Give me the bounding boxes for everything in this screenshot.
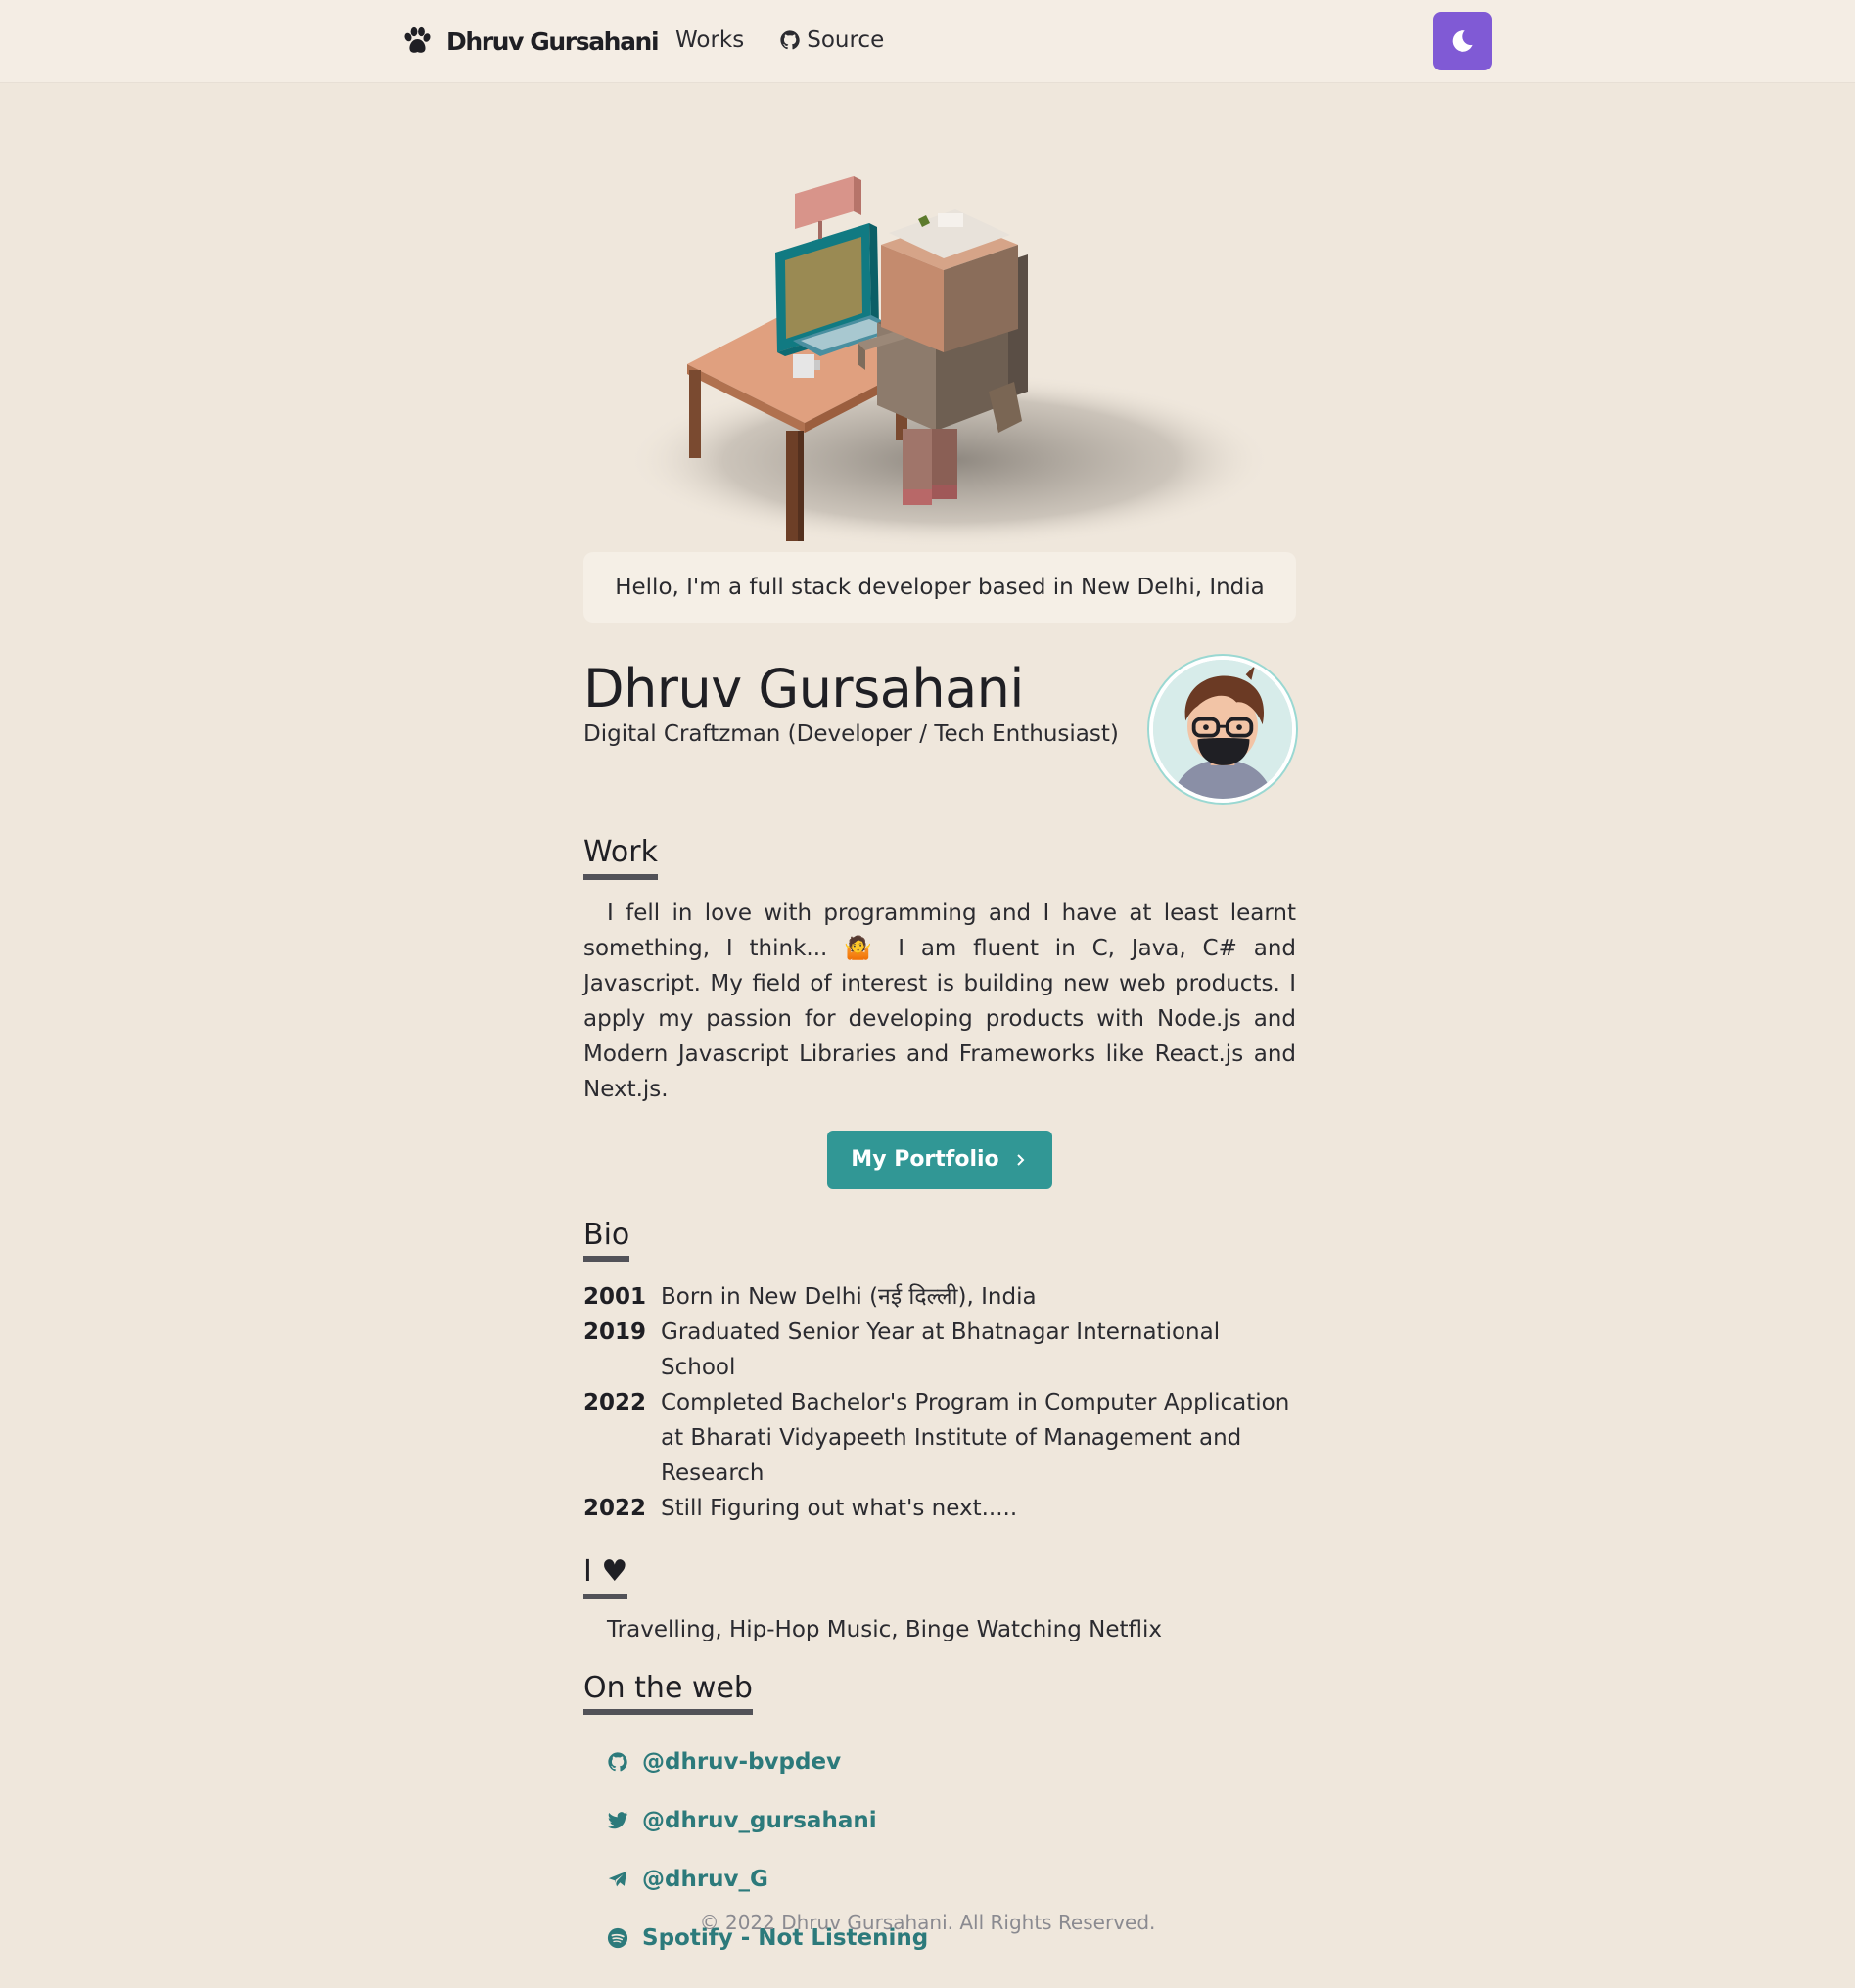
bio-year: 2022 (583, 1496, 647, 1521)
github-icon (780, 30, 800, 50)
twitter-icon (607, 1812, 628, 1829)
avatar-illustration (1153, 660, 1292, 799)
bio-text: Completed Bachelor's Program in Computer… (661, 1390, 1290, 1486)
bio-text: Graduated Senior Year at Bhatnagar Inter… (661, 1319, 1221, 1380)
main-content: Hello, I'm a full stack developer based … (583, 552, 1296, 1967)
chevron-right-icon (1016, 1153, 1025, 1166)
bio-entry: 2001 Born in New Delhi (नई दिल्ली), Indi… (583, 1279, 1296, 1315)
bio-heading: Bio (583, 1218, 630, 1262)
nav-link-source[interactable]: Source (779, 27, 884, 53)
brand-name: Dhruv Gursahani (446, 26, 660, 56)
social-link-label: @dhruv-bvpdev (642, 1749, 842, 1775)
bio-year: 2022 (583, 1390, 647, 1415)
social-link-label: @dhruv_G (642, 1867, 768, 1892)
bio-entry: 2022 Completed Bachelor's Program in Com… (583, 1385, 1296, 1491)
brand-logo-link[interactable]: Dhruv Gursahani (401, 25, 660, 57)
nav-link-source-label: Source (807, 27, 885, 53)
nav-links: Works Source (675, 27, 884, 53)
paw-icon (404, 26, 431, 53)
bio-text: Still Figuring out what's next..... (661, 1496, 1018, 1521)
footer: © 2022 Dhruv Gursahani. All Rights Reser… (0, 1911, 1855, 1934)
nav-link-works-label: Works (675, 27, 745, 53)
greeting-text: Hello, I'm a full stack developer based … (615, 575, 1265, 600)
top-navbar: Dhruv Gursahani Works Source (0, 0, 1855, 82)
github-icon (608, 1752, 627, 1772)
bio-year: 2019 (583, 1319, 647, 1345)
bio-entry: 2022 Still Figuring out what's next..... (583, 1491, 1296, 1526)
bio-list: 2001 Born in New Delhi (नई दिल्ली), Indi… (583, 1279, 1296, 1526)
social-link-github[interactable]: @dhruv-bvpdev (583, 1733, 1296, 1791)
social-heading: On the web (583, 1671, 753, 1715)
social-link-telegram[interactable]: @dhruv_G (583, 1850, 1296, 1909)
theme-toggle-button[interactable] (1433, 12, 1492, 70)
loves-heading: I ♥ (583, 1554, 628, 1599)
footer-copyright: © 2022 Dhruv Gursahani. All Rights Reser… (699, 1911, 1156, 1934)
loves-text: Travelling, Hip-Hop Music, Binge Watchin… (607, 1616, 1163, 1642)
my-portfolio-label: My Portfolio (851, 1147, 999, 1172)
bio-section: Bio 2001 Born in New Delhi (नई दिल्ली), … (583, 1218, 1296, 1527)
nav-link-works[interactable]: Works (675, 27, 744, 53)
avatar (1149, 656, 1296, 803)
bio-year: 2001 (583, 1284, 647, 1310)
moon-icon (1452, 30, 1473, 52)
my-portfolio-button[interactable]: My Portfolio (827, 1130, 1052, 1189)
work-description: I fell in love with programming and I ha… (583, 900, 1296, 1102)
telegram-icon (608, 1871, 627, 1887)
social-link-label: @dhruv_gursahani (642, 1808, 877, 1833)
bio-text: Born in New Delhi (नई दिल्ली), India (661, 1284, 1037, 1310)
voxel-desk-illustration (626, 176, 1273, 548)
work-heading: Work (583, 835, 658, 880)
greeting-banner: Hello, I'm a full stack developer based … (583, 552, 1296, 623)
bio-entry: 2019 Graduated Senior Year at Bhatnagar … (583, 1315, 1296, 1385)
social-link-twitter[interactable]: @dhruv_gursahani (583, 1791, 1296, 1850)
loves-section: I ♥ Travelling, Hip-Hop Music, Binge Wat… (583, 1554, 1296, 1642)
profile-header: Dhruv Gursahani Digital Craftzman (Devel… (583, 656, 1296, 807)
work-section: Work I fell in love with programming and… (583, 835, 1296, 1189)
